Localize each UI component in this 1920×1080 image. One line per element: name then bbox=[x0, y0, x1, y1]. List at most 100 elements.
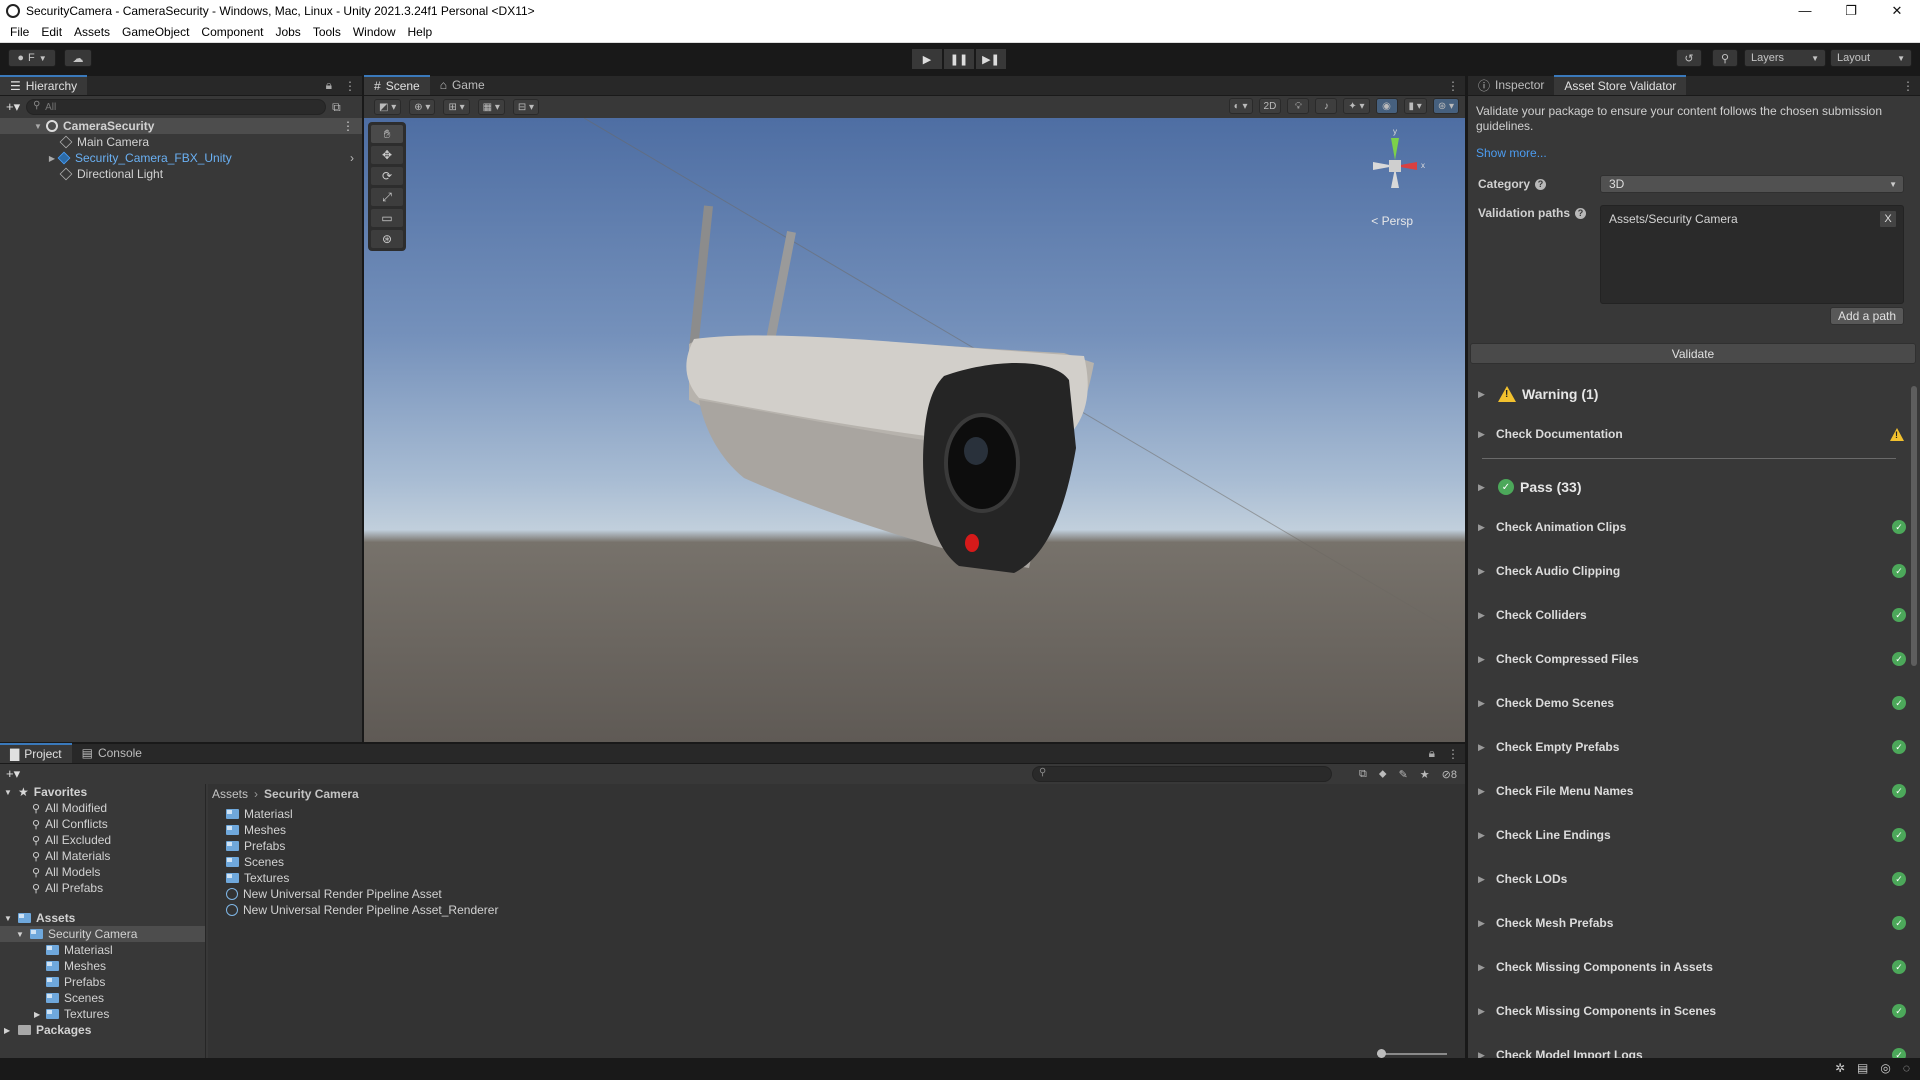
result-row[interactable]: ▶ Check Audio Clipping ✓ bbox=[1468, 549, 1920, 593]
breadcrumb-assets[interactable]: Assets bbox=[212, 787, 248, 801]
expand-arrow-icon[interactable]: ▶ bbox=[1478, 698, 1496, 709]
add-object-button[interactable]: +▾ bbox=[6, 99, 20, 115]
asset-folder-item[interactable]: Scenes bbox=[226, 854, 498, 870]
tab-inspector[interactable]: ⓘ Inspector bbox=[1468, 75, 1554, 95]
step-button[interactable]: ▶❚ bbox=[976, 49, 1006, 69]
menu-gameobject[interactable]: GameObject bbox=[116, 25, 195, 39]
progress-icon[interactable]: ◌ bbox=[1903, 1061, 1910, 1075]
menu-component[interactable]: Component bbox=[195, 25, 269, 39]
pause-button[interactable]: ❚❚ bbox=[944, 49, 974, 69]
result-row-documentation[interactable]: ▶ Check Documentation bbox=[1468, 412, 1920, 456]
audio-toggle[interactable]: ♪ bbox=[1315, 98, 1338, 114]
more-options-icon[interactable]: ⋮ bbox=[1441, 79, 1465, 93]
packages-root[interactable]: ▶ Packages bbox=[0, 1022, 205, 1038]
expand-arrow-icon[interactable]: ▶ bbox=[1478, 389, 1492, 400]
search-by-label-icon[interactable]: ⬥ bbox=[1379, 768, 1387, 781]
hierarchy-scene-row[interactable]: ▼ CameraSecurity ⋮ bbox=[0, 118, 362, 134]
expand-arrow-icon[interactable]: ▼ bbox=[4, 788, 18, 797]
expand-arrow-icon[interactable]: ▶ bbox=[1478, 1006, 1496, 1017]
expand-arrow-icon[interactable]: ▶ bbox=[1478, 482, 1492, 493]
expand-arrow-icon[interactable]: ▶ bbox=[1478, 830, 1496, 841]
expand-arrow-icon[interactable]: ▶ bbox=[1478, 610, 1496, 621]
pass-group-header[interactable]: ▶ ✓ Pass (33) bbox=[1468, 469, 1920, 505]
remove-path-button[interactable]: X bbox=[1879, 210, 1897, 228]
expand-arrow-icon[interactable]: ▶ bbox=[1478, 742, 1496, 753]
subfolder-item[interactable]: Meshes bbox=[0, 958, 205, 974]
label-icon[interactable]: ✎ bbox=[1399, 768, 1408, 781]
menu-assets[interactable]: Assets bbox=[68, 25, 116, 39]
expand-arrow-icon[interactable]: ▶ bbox=[1478, 874, 1496, 885]
expand-arrow-icon[interactable]: ▶ bbox=[1478, 918, 1496, 929]
open-prefab-icon[interactable]: › bbox=[350, 151, 354, 165]
warning-group-header[interactable]: ▶ Warning (1) bbox=[1468, 376, 1920, 412]
expand-arrow-icon[interactable]: ▶ bbox=[1478, 962, 1496, 973]
result-row[interactable]: ▶ Check Missing Components in Scenes ✓ bbox=[1468, 989, 1920, 1033]
search-by-type-icon[interactable]: ⧉ bbox=[1359, 768, 1367, 781]
show-more-link[interactable]: Show more... bbox=[1476, 146, 1547, 160]
layers-dropdown[interactable]: Layers ▼ bbox=[1744, 49, 1826, 67]
layout-dropdown[interactable]: Layout ▼ bbox=[1830, 49, 1912, 67]
add-path-button[interactable]: Add a path bbox=[1830, 307, 1904, 325]
maximize-button[interactable]: ❐ bbox=[1828, 0, 1874, 22]
expand-arrow-icon[interactable]: ▼ bbox=[4, 914, 18, 923]
breadcrumb-security-camera[interactable]: Security Camera bbox=[264, 787, 359, 801]
cache-server-icon[interactable]: ▤ bbox=[1857, 1061, 1868, 1075]
asset-folder-item[interactable]: Prefabs bbox=[226, 838, 498, 854]
scene-orientation-gizmo[interactable]: y x bbox=[1355, 126, 1435, 206]
scene-visibility-icon[interactable]: ⧉ bbox=[332, 100, 341, 115]
expand-arrow-icon[interactable]: ▶ bbox=[1478, 566, 1496, 577]
undo-history-button[interactable]: ↺ bbox=[1676, 49, 1702, 67]
menu-edit[interactable]: Edit bbox=[35, 25, 68, 39]
subfolder-item[interactable]: Materiasl bbox=[0, 942, 205, 958]
tab-console[interactable]: ▤ Console bbox=[72, 743, 152, 763]
asset-item[interactable]: New Universal Render Pipeline Asset bbox=[226, 886, 498, 902]
security-camera-model[interactable] bbox=[364, 118, 1465, 742]
lock-icon[interactable]: 🔒︎ bbox=[1423, 746, 1441, 761]
search-button[interactable]: ⚲ bbox=[1712, 49, 1738, 67]
close-button[interactable]: ✕ bbox=[1874, 0, 1920, 22]
favorite-star-icon[interactable]: ★ bbox=[1420, 768, 1430, 781]
more-options-icon[interactable]: ⋮ bbox=[1896, 79, 1920, 93]
project-search-input[interactable] bbox=[1032, 766, 1332, 782]
icon-size-slider[interactable] bbox=[1377, 1049, 1447, 1058]
expand-arrow-icon[interactable]: ▶ bbox=[34, 1010, 46, 1019]
result-row[interactable]: ▶ Check Line Endings ✓ bbox=[1468, 813, 1920, 857]
hierarchy-search-input[interactable]: All bbox=[26, 99, 327, 115]
expand-arrow-icon[interactable]: ▶ bbox=[1478, 522, 1496, 533]
more-options-icon[interactable]: ⋮ bbox=[342, 119, 354, 133]
scrollbar-thumb[interactable] bbox=[1911, 386, 1917, 666]
menu-jobs[interactable]: Jobs bbox=[269, 25, 306, 39]
increment-snap-dropdown[interactable]: ⊟ ▾ bbox=[512, 99, 540, 115]
draw-mode-dropdown[interactable]: ◩ ▾ bbox=[374, 99, 402, 115]
result-row[interactable]: ▶ Check LODs ✓ bbox=[1468, 857, 1920, 901]
expand-arrow-icon[interactable]: ▶ bbox=[1478, 429, 1496, 440]
expand-arrow-icon[interactable]: ▶ bbox=[1478, 786, 1496, 797]
grid-visibility-dropdown[interactable]: ▦ ▾ bbox=[477, 99, 505, 115]
cloud-button[interactable]: ☁ bbox=[64, 49, 92, 67]
expand-arrow-icon[interactable]: ▶ bbox=[46, 154, 58, 163]
favorite-item[interactable]: ⚲ All Conflicts bbox=[0, 816, 205, 832]
result-row[interactable]: ▶ Check Compressed Files ✓ bbox=[1468, 637, 1920, 681]
tab-game[interactable]: ⌂ Game bbox=[430, 75, 495, 95]
effects-dropdown[interactable]: ✦ ▾ bbox=[1343, 98, 1370, 114]
auto-generate-lighting-icon[interactable]: ◎ bbox=[1880, 1061, 1890, 1075]
validate-button[interactable]: Validate bbox=[1470, 343, 1916, 364]
hierarchy-item-directional-light[interactable]: Directional Light bbox=[0, 166, 362, 182]
result-row[interactable]: ▶ Check File Menu Names ✓ bbox=[1468, 769, 1920, 813]
menu-window[interactable]: Window bbox=[347, 25, 402, 39]
result-row[interactable]: ▶ Check Colliders ✓ bbox=[1468, 593, 1920, 637]
menu-file[interactable]: File bbox=[4, 25, 35, 39]
subfolder-item[interactable]: ▶ Textures bbox=[0, 1006, 205, 1022]
tab-hierarchy[interactable]: ☰ Hierarchy bbox=[0, 75, 88, 95]
projection-label[interactable]: < Persp bbox=[1371, 214, 1413, 228]
result-row[interactable]: ▶ Check Missing Components in Assets ✓ bbox=[1468, 945, 1920, 989]
expand-arrow-icon[interactable]: ▶ bbox=[1478, 1050, 1496, 1059]
gizmos-dropdown[interactable]: ⊛ ▾ bbox=[1432, 98, 1459, 114]
more-options-icon[interactable]: ⋮ bbox=[338, 79, 362, 93]
hidden-packages-toggle[interactable]: ⊘8 bbox=[1442, 768, 1457, 781]
lock-icon[interactable]: 🔒︎ bbox=[320, 78, 338, 93]
asset-folder-item[interactable]: Materiasl bbox=[226, 806, 498, 822]
help-icon[interactable]: ? bbox=[1535, 178, 1547, 190]
result-row[interactable]: ▶ Check Animation Clips ✓ bbox=[1468, 505, 1920, 549]
asset-folder-item[interactable]: Textures bbox=[226, 870, 498, 886]
